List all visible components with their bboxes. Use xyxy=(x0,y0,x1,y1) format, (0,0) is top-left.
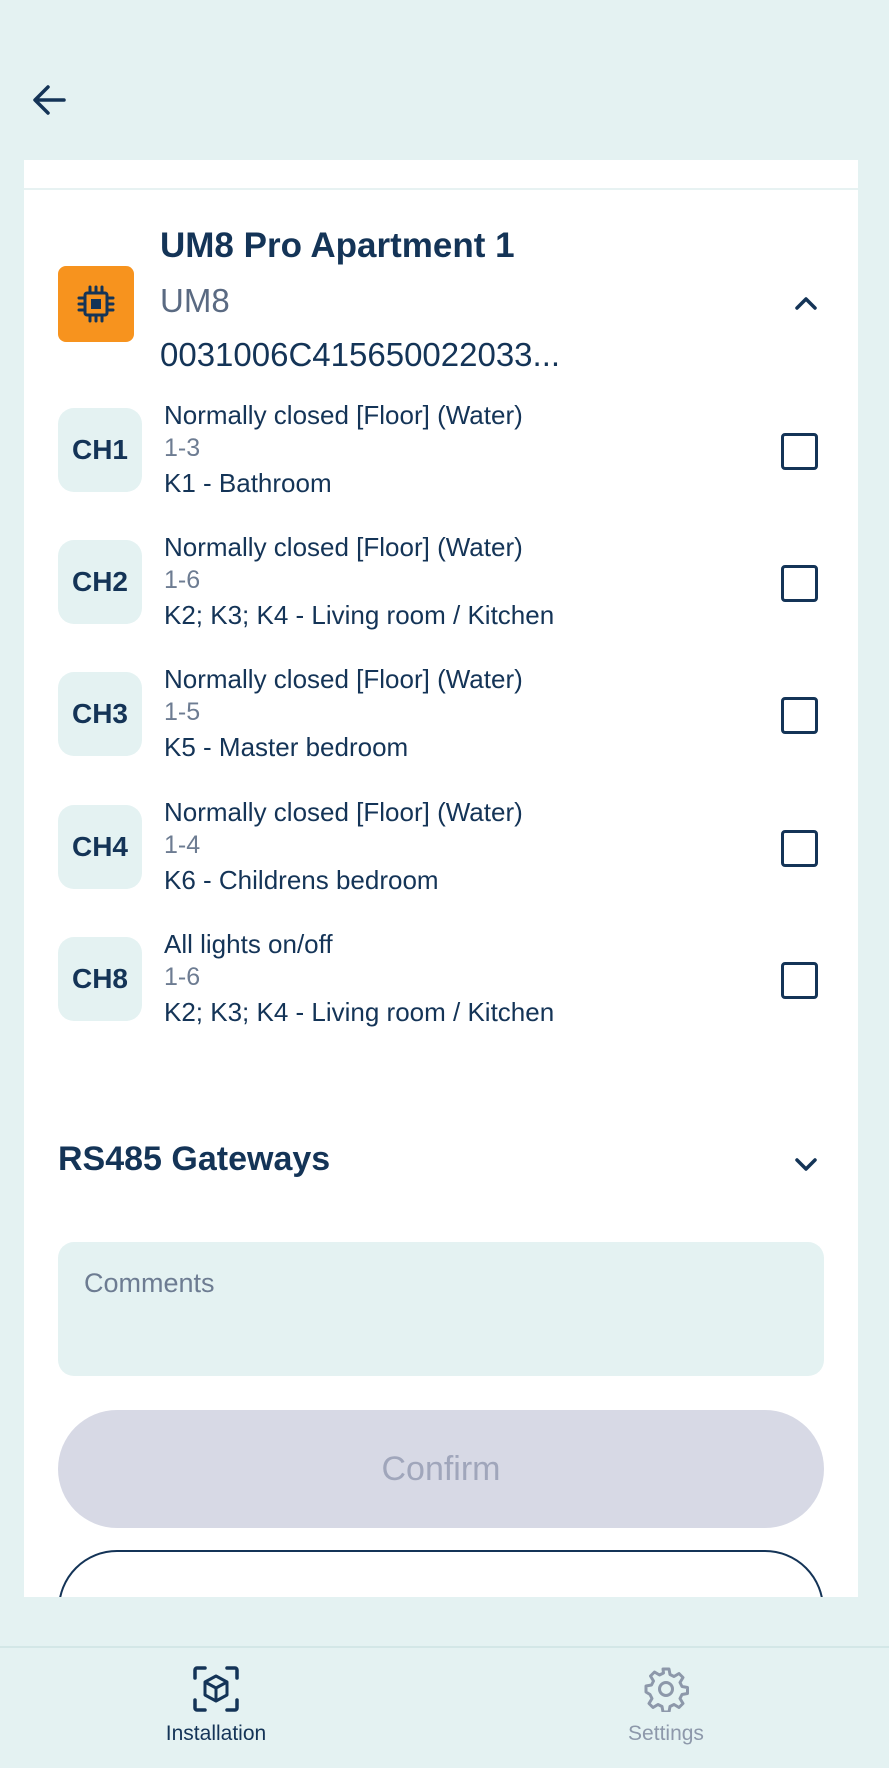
device-serial: 0031006C415650022033... xyxy=(160,336,561,373)
channel-badge: CH8 xyxy=(58,937,142,1021)
channel-range: 1-4 xyxy=(164,831,201,859)
channel-rooms: K6 - Childrens bedroom xyxy=(164,865,439,895)
chip-icon xyxy=(58,266,134,342)
channel-badge: CH1 xyxy=(58,408,142,492)
top-bar xyxy=(0,0,889,160)
channel-range: 1-6 xyxy=(164,566,201,594)
channel-row[interactable]: CH8 All lights on/off 1-6 K2; K3; K4 - L… xyxy=(24,929,858,1039)
channel-checkbox[interactable] xyxy=(781,565,818,602)
confirm-button[interactable]: Confirm xyxy=(58,1410,824,1528)
device-type: UM8 xyxy=(160,282,230,319)
channel-rooms: K2; K3; K4 - Living room / Kitchen xyxy=(164,997,555,1027)
channel-row[interactable]: CH2 Normally closed [Floor] (Water) 1-6 … xyxy=(24,532,858,642)
channel-function: Normally closed [Floor] (Water) xyxy=(164,532,523,562)
channel-rooms: K1 - Bathroom xyxy=(164,468,332,498)
channel-rooms: K2; K3; K4 - Living room / Kitchen xyxy=(164,600,555,630)
channel-rooms: K5 - Master bedroom xyxy=(164,732,409,762)
arrow-left-icon xyxy=(33,85,66,115)
channel-function: Normally closed [Floor] (Water) xyxy=(164,664,523,694)
channel-badge: CH3 xyxy=(58,672,142,756)
comments-field[interactable] xyxy=(58,1242,824,1376)
divider xyxy=(24,188,858,190)
channel-function: Normally closed [Floor] (Water) xyxy=(164,797,523,827)
back-button[interactable] xyxy=(26,76,74,124)
channel-checkbox[interactable] xyxy=(781,433,818,470)
channel-badge: CH4 xyxy=(58,805,142,889)
channel-function: Normally closed [Floor] (Water) xyxy=(164,400,523,430)
chevron-down-icon xyxy=(784,1142,828,1186)
tab-settings[interactable]: Settings xyxy=(516,1648,816,1768)
tab-bar: Installation Settings xyxy=(0,1646,889,1768)
channel-range: 1-6 xyxy=(164,963,201,991)
tab-settings-label: Settings xyxy=(628,1722,704,1745)
channel-function: All lights on/off xyxy=(164,929,333,959)
installation-card: UM8 Pro Apartment 1 UM8 0031006C41565002… xyxy=(24,160,858,1597)
channel-checkbox[interactable] xyxy=(781,697,818,734)
secondary-button[interactable] xyxy=(58,1550,824,1597)
tab-installation-label: Installation xyxy=(165,1722,267,1745)
chevron-up-icon xyxy=(795,297,817,310)
rs485-gateways-section[interactable]: RS485 Gateways xyxy=(24,1130,858,1190)
channel-row[interactable]: CH1 Normally closed [Floor] (Water) 1-3 … xyxy=(24,400,858,510)
channel-badge: CH2 xyxy=(58,540,142,624)
device-name: UM8 Pro Apartment 1 xyxy=(160,226,515,265)
tab-installation[interactable]: Installation xyxy=(66,1648,366,1768)
channel-row[interactable]: CH3 Normally closed [Floor] (Water) 1-5 … xyxy=(24,664,858,774)
device-header[interactable]: UM8 Pro Apartment 1 UM8 0031006C41565002… xyxy=(24,220,858,380)
channel-range: 1-5 xyxy=(164,698,201,726)
cube-scan-icon xyxy=(191,1664,241,1714)
gear-icon xyxy=(641,1664,691,1714)
channel-checkbox[interactable] xyxy=(781,830,818,867)
collapse-button[interactable] xyxy=(784,282,828,326)
channel-range: 1-3 xyxy=(164,434,201,462)
channel-checkbox[interactable] xyxy=(781,962,818,999)
rs485-gateways-title: RS485 Gateways xyxy=(58,1140,331,1178)
channel-row[interactable]: CH4 Normally closed [Floor] (Water) 1-4 … xyxy=(24,797,858,907)
